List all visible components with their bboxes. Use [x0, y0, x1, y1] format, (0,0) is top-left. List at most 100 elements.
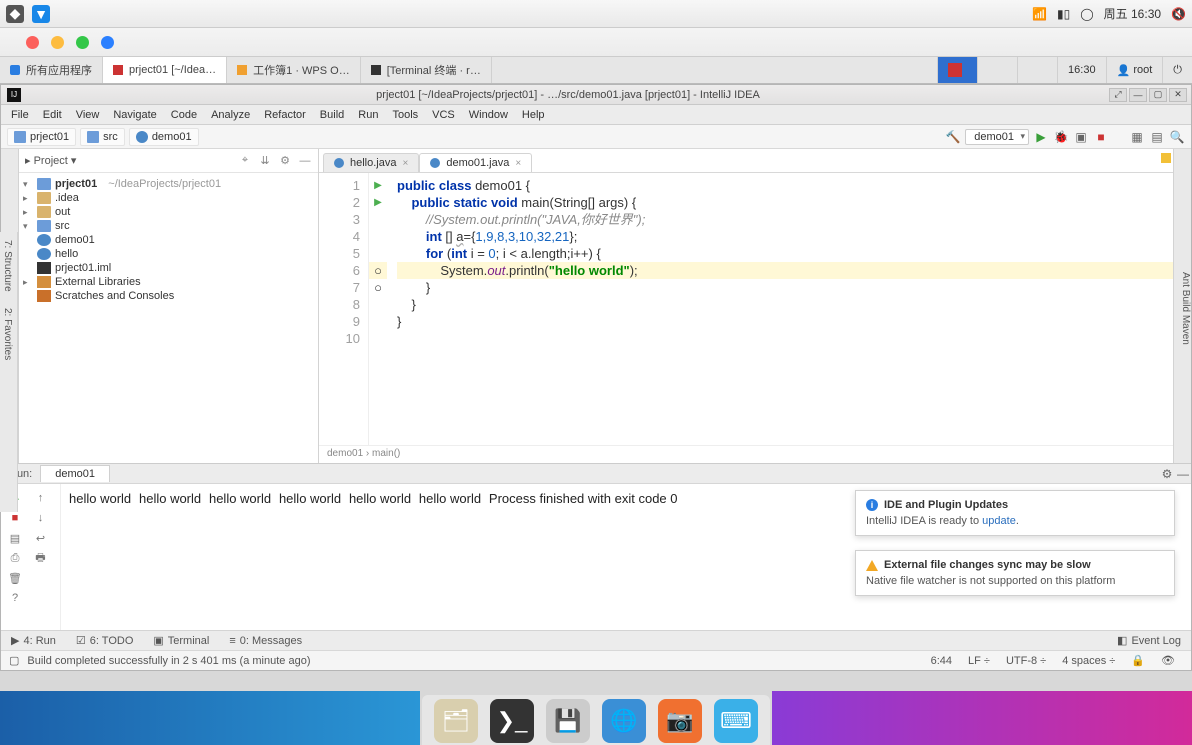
toolstrip-messages[interactable]: ≡ 0: Messages: [219, 635, 312, 647]
editor-area: hello.java× demo01.java× 12345678910 ▶▶○…: [319, 149, 1173, 463]
left-outer-rail[interactable]: 7: Structure 2: Favorites: [0, 232, 18, 512]
taskbar-item-terminal[interactable]: [Terminal 终端 · r…: [361, 57, 492, 83]
stop-icon[interactable]: ■: [7, 510, 23, 526]
settings-gear-icon[interactable]: ⚙: [278, 154, 292, 168]
line-separator[interactable]: LF ÷: [960, 655, 998, 667]
gutter-run-icons[interactable]: ▶▶○○: [369, 173, 387, 445]
menu-edit[interactable]: Edit: [37, 107, 68, 123]
taskbar-tray-slot-2[interactable]: [1017, 57, 1057, 83]
run-config-dropdown[interactable]: demo01: [965, 129, 1029, 145]
taskbar-user[interactable]: 👤 root: [1106, 57, 1163, 83]
close-tab-icon[interactable]: ×: [402, 158, 408, 169]
menu-tools[interactable]: Tools: [386, 107, 424, 123]
search-icon[interactable]: ◯: [1080, 7, 1093, 21]
app-menu-icon[interactable]: ◆: [6, 5, 24, 23]
scroll-icon[interactable]: ⎙: [7, 550, 23, 566]
wifi-icon[interactable]: 📶: [1032, 7, 1047, 21]
project-view-label[interactable]: ▸ Project ▾: [25, 154, 76, 167]
scroll-from-source-icon[interactable]: ⌖: [238, 154, 252, 168]
inspection-indicator-icon[interactable]: [1161, 153, 1171, 163]
taskbar-tray-intellij[interactable]: [937, 57, 977, 83]
menu-analyze[interactable]: Analyze: [205, 107, 256, 123]
update-link[interactable]: update: [982, 515, 1016, 527]
status-toggle-icon[interactable]: ▢: [9, 654, 19, 667]
menu-build[interactable]: Build: [314, 107, 350, 123]
soft-wrap-icon[interactable]: ↩: [33, 530, 49, 546]
help-icon[interactable]: ?: [7, 590, 23, 606]
hide-panel-icon[interactable]: —: [298, 154, 312, 168]
taskbar-item-intellij[interactable]: prject01 [~/Idea…: [103, 57, 227, 83]
run-settings-gear-icon[interactable]: ⚙: [1159, 466, 1175, 482]
ide-close-button[interactable]: ✕: [1169, 88, 1187, 102]
ide-maximize-button[interactable]: ▢: [1149, 88, 1167, 102]
extra-window-button[interactable]: [101, 36, 114, 49]
right-tool-rail[interactable]: Ant Build Maven: [1173, 149, 1191, 463]
caret-position[interactable]: 6:44: [923, 655, 960, 667]
dock-keyboard-icon[interactable]: ⌨: [714, 699, 758, 743]
menu-file[interactable]: File: [5, 107, 35, 123]
volume-icon[interactable]: 🔇: [1171, 7, 1186, 21]
clock-label[interactable]: 周五 16:30: [1104, 5, 1161, 22]
build-hammer-icon[interactable]: 🔨: [945, 129, 961, 145]
taskbar-tray-slot-1[interactable]: [977, 57, 1017, 83]
notification-ide-update[interactable]: iIDE and Plugin Updates IntelliJ IDEA is…: [855, 490, 1175, 536]
stop-button-icon[interactable]: ■: [1093, 129, 1109, 145]
run-tab-demo01[interactable]: demo01: [40, 465, 110, 482]
indent-setting[interactable]: 4 spaces ÷: [1054, 655, 1123, 667]
crumb-project[interactable]: prject01: [7, 128, 76, 146]
menu-run[interactable]: Run: [352, 107, 384, 123]
menu-help[interactable]: Help: [516, 107, 551, 123]
search-everywhere-icon[interactable]: 🔍: [1169, 129, 1185, 145]
project-structure-icon[interactable]: ▦: [1129, 129, 1145, 145]
up-icon[interactable]: ↑: [33, 490, 49, 506]
layout-icon[interactable]: ▤: [7, 530, 23, 546]
app-launcher-icon[interactable]: ▼: [32, 5, 50, 23]
crumb-src[interactable]: src: [80, 128, 125, 146]
ide-pin-button[interactable]: ⤢: [1109, 88, 1127, 102]
down-icon[interactable]: ↓: [33, 510, 49, 526]
dock-browser-icon[interactable]: 🌐: [602, 699, 646, 743]
toolstrip-terminal[interactable]: ▣ Terminal: [143, 634, 219, 647]
taskbar-item-apps[interactable]: 所有应用程序: [0, 57, 103, 83]
battery-icon[interactable]: ▮▯: [1057, 7, 1070, 21]
toolstrip-eventlog[interactable]: ◧ Event Log: [1107, 634, 1191, 647]
notification-file-sync[interactable]: External file changes sync may be slow N…: [855, 550, 1175, 596]
editor-breadcrumb[interactable]: demo01 › main(): [319, 445, 1173, 463]
menu-navigate[interactable]: Navigate: [107, 107, 162, 123]
minimize-window-button[interactable]: [51, 36, 64, 49]
taskbar-power-icon[interactable]: ⏻: [1162, 57, 1192, 83]
collapse-all-icon[interactable]: ⇊: [258, 154, 272, 168]
debug-button-icon[interactable]: 🐞: [1053, 129, 1069, 145]
dock-disk-icon[interactable]: 💾: [546, 699, 590, 743]
crumb-file[interactable]: demo01: [129, 128, 199, 146]
project-tree[interactable]: ▾prject01 ~/IdeaProjects/prject01 ▸.idea…: [19, 173, 318, 307]
menu-view[interactable]: View: [70, 107, 106, 123]
clear-icon[interactable]: 🗑: [7, 570, 23, 586]
toolstrip-todo[interactable]: ☑ 6: TODO: [66, 634, 143, 647]
taskbar-item-wps[interactable]: 工作簿1 · WPS O…: [227, 57, 361, 83]
toolstrip-run[interactable]: ▶ 4: Run: [1, 634, 66, 647]
code-content[interactable]: public class demo01 { public static void…: [387, 173, 1173, 445]
menu-window[interactable]: Window: [463, 107, 514, 123]
run-hide-icon[interactable]: —: [1175, 466, 1191, 482]
coverage-button-icon[interactable]: ▣: [1073, 129, 1089, 145]
file-encoding[interactable]: UTF-8 ÷: [998, 655, 1054, 667]
dock-screenshot-icon[interactable]: 📷: [658, 699, 702, 743]
dock-files-icon[interactable]: 🗂: [434, 699, 478, 743]
close-tab-icon[interactable]: ×: [515, 158, 521, 169]
ide-minimize-button[interactable]: —: [1129, 88, 1147, 102]
menu-refactor[interactable]: Refactor: [258, 107, 312, 123]
settings-icon[interactable]: ▤: [1149, 129, 1165, 145]
readonly-lock-icon[interactable]: 🔒: [1123, 654, 1153, 667]
code-editor[interactable]: 12345678910 ▶▶○○ public class demo01 { p…: [319, 173, 1173, 445]
close-window-button[interactable]: [26, 36, 39, 49]
inspection-eye-icon[interactable]: 👁: [1153, 654, 1183, 667]
menu-vcs[interactable]: VCS: [426, 107, 461, 123]
run-button-icon[interactable]: ▶: [1033, 129, 1049, 145]
menu-code[interactable]: Code: [165, 107, 203, 123]
dock-terminal-icon[interactable]: ❯_: [490, 699, 534, 743]
editor-tab-hello[interactable]: hello.java×: [323, 153, 419, 172]
print-icon[interactable]: 🖶: [33, 550, 49, 566]
zoom-window-button[interactable]: [76, 36, 89, 49]
editor-tab-demo01[interactable]: demo01.java×: [419, 153, 532, 172]
